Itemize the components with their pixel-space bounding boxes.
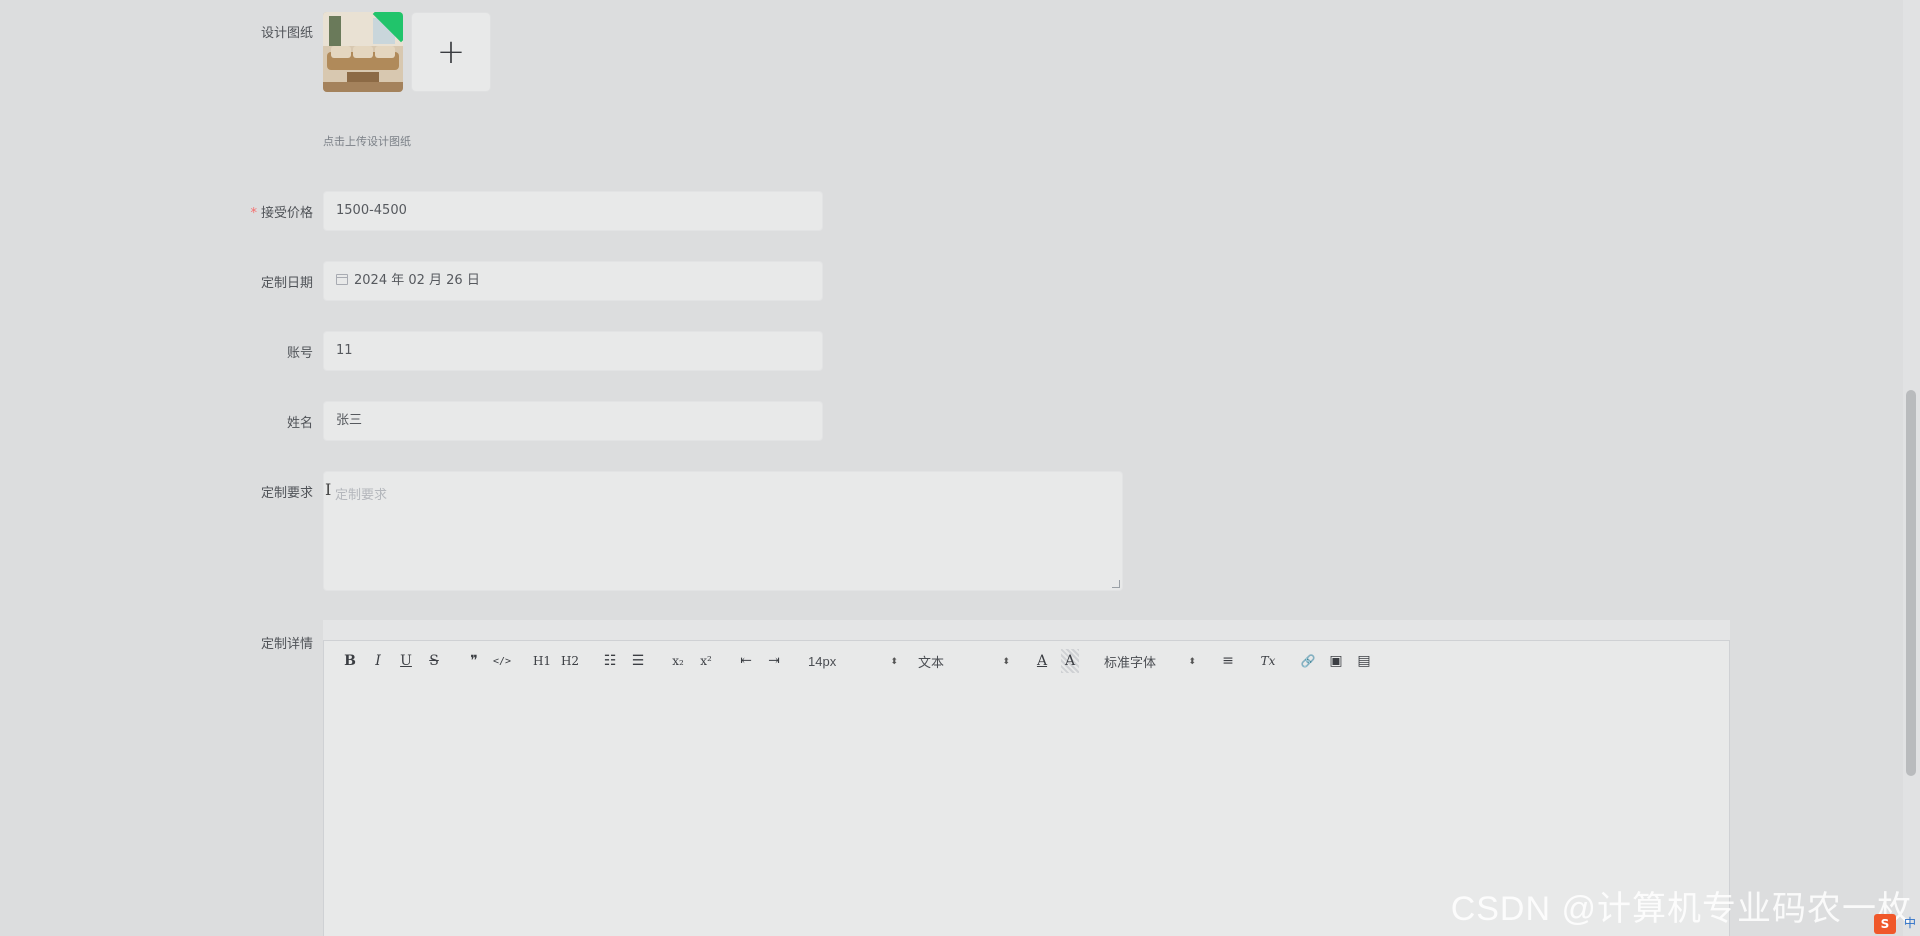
- font-size-value: 14px: [808, 653, 837, 669]
- account-label: 账号: [286, 346, 313, 361]
- image-button[interactable]: ▣: [1322, 649, 1350, 673]
- font-size-select[interactable]: 14px ⬍: [800, 649, 904, 673]
- price-label: * 接受价格: [113, 202, 313, 221]
- strike-button[interactable]: S: [420, 649, 448, 673]
- calendar-icon: [336, 274, 348, 285]
- video-button[interactable]: ▤: [1350, 649, 1378, 673]
- requirement-label: 定制要求: [260, 486, 313, 501]
- header-select[interactable]: 文本 ⬍: [910, 649, 1016, 673]
- date-value: 2024 年 02 月 26 日: [354, 273, 480, 288]
- name-label: 姓名: [286, 416, 313, 431]
- font-family-value: 标准字体: [1104, 654, 1157, 670]
- clean-format-button[interactable]: Tx: [1254, 649, 1282, 673]
- required-mark: *: [250, 206, 257, 221]
- select-arrow-icon: ⬍: [890, 655, 898, 666]
- font-color-button[interactable]: A: [1028, 649, 1056, 673]
- design-thumbnail[interactable]: [323, 12, 403, 92]
- background-color-button[interactable]: A: [1061, 649, 1079, 673]
- select-arrow-icon: ⬍: [1002, 655, 1010, 666]
- underline-button[interactable]: U: [392, 649, 420, 673]
- ime-logo-icon: S: [1873, 914, 1896, 934]
- link-button[interactable]: 🔗: [1294, 649, 1322, 673]
- upload-add-button[interactable]: +: [411, 12, 491, 92]
- date-picker[interactable]: 2024 年 02 月 26 日: [323, 261, 823, 301]
- detail-label: 定制详情: [260, 637, 313, 652]
- ime-language[interactable]: 中: [1904, 914, 1916, 934]
- h2-button[interactable]: H2: [556, 649, 584, 673]
- indent-button[interactable]: ⇥: [760, 649, 788, 673]
- name-input[interactable]: 张三: [323, 401, 823, 441]
- h1-button[interactable]: H1: [528, 649, 556, 673]
- bullet-list-button[interactable]: ☰: [624, 649, 652, 673]
- scrollbar[interactable]: [1903, 0, 1920, 936]
- plus-icon: +: [436, 32, 466, 72]
- account-input[interactable]: 11: [323, 331, 823, 371]
- resize-handle[interactable]: [1112, 580, 1120, 588]
- editor-header-strip: [323, 620, 1730, 640]
- code-block-button[interactable]: </>: [488, 649, 516, 673]
- font-family-select[interactable]: 标准字体 ⬍: [1096, 649, 1202, 673]
- outdent-button[interactable]: ⇤: [732, 649, 760, 673]
- subscript-button[interactable]: x₂: [664, 649, 692, 673]
- price-label-text: 接受价格: [260, 206, 313, 221]
- blockquote-button[interactable]: ❞: [460, 649, 488, 673]
- price-input[interactable]: 1500-4500: [323, 191, 823, 231]
- upload-tip: 点击上传设计图纸: [323, 135, 411, 148]
- select-arrow-icon: ⬍: [1188, 655, 1196, 666]
- align-button[interactable]: ≡: [1214, 649, 1242, 673]
- italic-button[interactable]: I: [364, 649, 392, 673]
- design-label: 设计图纸: [260, 26, 313, 41]
- requirement-textarea[interactable]: 定制要求: [323, 471, 1123, 591]
- bold-button[interactable]: B: [336, 649, 364, 673]
- requirement-placeholder: 定制要求: [335, 488, 388, 503]
- ordered-list-button[interactable]: ☷: [596, 649, 624, 673]
- superscript-button[interactable]: x²: [692, 649, 720, 673]
- header-value: 文本: [918, 654, 945, 670]
- text-cursor-icon: I: [325, 480, 332, 499]
- scrollbar-thumb[interactable]: [1906, 390, 1916, 776]
- ime-tray: S 中: [1873, 914, 1916, 934]
- editor-toolbar: B I U S ❞ </> H1 H2 ☷ ☰ x₂ x² ⇤ ⇥ 14px ⬍ …: [323, 640, 1730, 682]
- date-label: 定制日期: [260, 276, 313, 291]
- watermark: CSDN @计算机专业码农一枚: [1450, 890, 1912, 928]
